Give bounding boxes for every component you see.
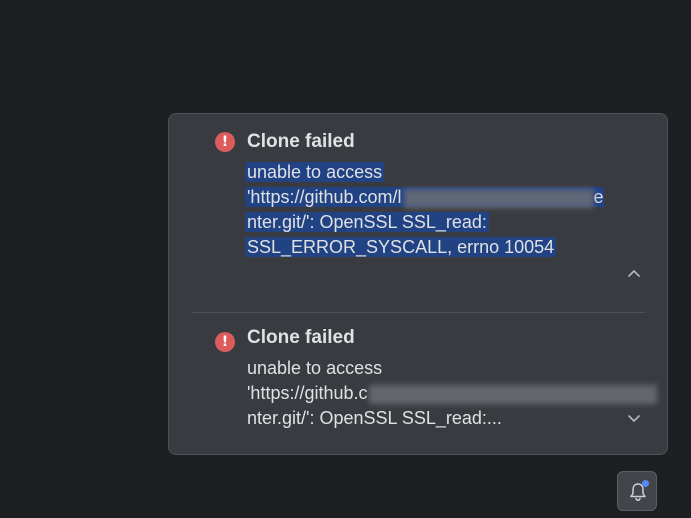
notifications-button[interactable] (617, 471, 657, 511)
notification-message-line: unable to access (247, 358, 383, 378)
redacted-text (368, 384, 657, 404)
notification-message-line: 'https://github.c (247, 381, 657, 406)
notification-message-line: unable to access (245, 162, 385, 182)
notification-badge (642, 480, 649, 487)
notification-message-line: nter.git/': OpenSSL SSL_read:... (247, 408, 502, 428)
notification-message-line: 'https://github.com/l e (245, 187, 604, 208)
chevron-up-icon[interactable] (627, 266, 641, 280)
notification-2[interactable]: ! Clone failed unable to access 'https:/… (169, 313, 667, 453)
error-icon: ! (215, 132, 235, 152)
notification-title: Clone failed (247, 131, 355, 152)
chevron-down-icon[interactable] (627, 412, 641, 426)
notifications-panel: ! Clone failed unable to access 'https:/… (168, 113, 668, 455)
notification-message-line: SSL_ERROR_SYSCALL, errno 10054 (245, 237, 557, 257)
redacted-text (403, 188, 594, 208)
notification-title: Clone failed (247, 327, 355, 348)
notification-message-line: nter.git/': OpenSSL SSL_read: (245, 212, 489, 232)
error-icon: ! (215, 332, 235, 352)
notification-1[interactable]: ! Clone failed unable to access 'https:/… (169, 114, 667, 312)
